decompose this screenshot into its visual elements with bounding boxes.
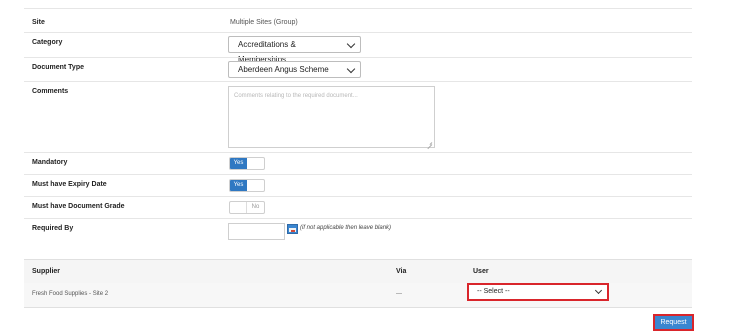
user-column-header: User: [473, 268, 489, 275]
divider: [24, 218, 692, 219]
divider: [24, 174, 692, 175]
category-label: Category: [32, 39, 63, 46]
site-value: Multiple Sites (Group): [230, 19, 298, 26]
grade-toggle[interactable]: No: [229, 201, 265, 214]
supplier-cell: Fresh Food Supplies - Site 2: [32, 291, 109, 297]
mandatory-label: Mandatory: [32, 159, 68, 166]
request-button[interactable]: Request: [653, 314, 694, 331]
chevron-down-icon: [594, 286, 603, 295]
required-by-date-input[interactable]: [228, 223, 285, 240]
grade-label: Must have Document Grade: [32, 203, 125, 210]
divider: [24, 152, 692, 153]
expiry-toggle[interactable]: Yes: [229, 179, 265, 192]
mandatory-toggle[interactable]: Yes: [229, 157, 265, 170]
site-label: Site: [32, 19, 45, 26]
chevron-down-icon: [346, 39, 356, 49]
toggle-off-label: No: [246, 202, 264, 213]
expiry-label: Must have Expiry Date: [32, 181, 107, 188]
required-by-label: Required By: [32, 225, 74, 232]
user-select[interactable]: -- Select --: [467, 283, 609, 301]
divider: [24, 8, 692, 9]
divider: [24, 196, 692, 197]
divider: [24, 57, 692, 58]
comments-label: Comments: [32, 88, 69, 95]
comments-textarea[interactable]: Comments relating to the required docume…: [228, 86, 435, 148]
chevron-down-icon: [346, 64, 356, 74]
via-cell: ---: [396, 291, 402, 297]
divider: [24, 81, 692, 82]
user-select-value: -- Select --: [477, 288, 510, 295]
document-type-select[interactable]: Aberdeen Angus Scheme: [228, 61, 361, 78]
required-by-hint: (if not applicable then leave blank): [300, 225, 392, 231]
document-type-select-value: Aberdeen Angus Scheme: [238, 65, 329, 74]
toggle-on-label: Yes: [230, 158, 247, 169]
comments-placeholder: Comments relating to the required docume…: [234, 93, 358, 99]
via-column-header: Via: [396, 268, 407, 275]
calendar-icon[interactable]: [287, 224, 298, 234]
supplier-column-header: Supplier: [32, 268, 61, 275]
toggle-on-label: Yes: [230, 180, 247, 191]
document-type-label: Document Type: [32, 64, 84, 71]
resize-handle-icon[interactable]: [427, 140, 432, 145]
divider: [24, 32, 692, 33]
supplier-table-header: Supplier Via User: [24, 259, 692, 285]
category-select[interactable]: Accreditations & Memberships: [228, 36, 361, 64]
